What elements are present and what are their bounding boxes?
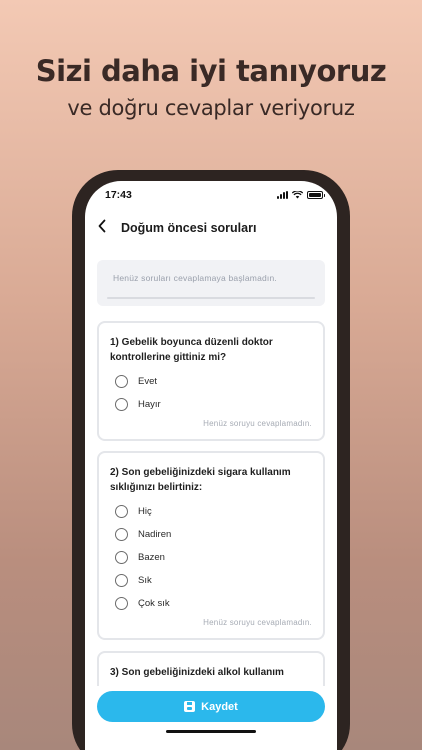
home-indicator[interactable] [166,730,256,733]
option-label: Nadiren [138,529,172,540]
option-hic[interactable]: Hiç [115,505,152,518]
status-icons [277,191,325,199]
question-status: Henüz soruyu cevaplamadın. [203,618,312,627]
option-sik[interactable]: Sık [115,574,152,587]
option-label: Hiç [138,506,152,517]
option-label: Bazen [138,552,165,563]
option-label: Sık [138,575,152,586]
phone-screen: 17:43 Doğum öncesi soruları Henüz sorula… [85,181,337,750]
option-bazen[interactable]: Bazen [115,551,165,564]
radio-button[interactable] [115,505,128,518]
radio-button[interactable] [115,551,128,564]
signal-icon [277,191,288,199]
status-bar: 17:43 [85,189,337,205]
battery-icon [307,191,325,199]
option-label: Hayır [138,399,161,410]
wifi-icon [292,191,303,199]
promo-headline: Sizi daha iyi tanıyoruz [35,54,387,88]
nav-bar: Doğum öncesi soruları [85,217,337,241]
progress-bar [107,297,315,299]
question-title: 2) Son gebeliğinizdeki sigara kullanım s… [110,467,291,493]
radio-button[interactable] [115,574,128,587]
option-cok-sik[interactable]: Çok sık [115,597,170,610]
radio-button[interactable] [115,597,128,610]
back-button[interactable] [97,219,113,237]
option-label: Evet [138,376,158,387]
save-icon [184,701,196,712]
option-label: Çok sık [138,598,170,609]
radio-button[interactable] [115,375,128,388]
radio-button[interactable] [115,528,128,541]
question-card-1: 1) Gebelik boyunca düzenli doktor kontro… [97,321,325,441]
question-title: 1) Gebelik boyunca düzenli doktor kontro… [110,337,273,363]
save-button-label: Kaydet [201,700,238,713]
footer: Kaydet [85,686,337,750]
option-hayir[interactable]: Hayır [115,398,161,411]
page-title: Doğum öncesi soruları [121,221,257,235]
radio-button[interactable] [115,398,128,411]
status-time: 17:43 [105,189,132,201]
option-nadiren[interactable]: Nadiren [115,528,171,541]
question-card-2: 2) Son gebeliğinizdeki sigara kullanım s… [97,451,325,640]
progress-card: Henüz soruları cevaplamaya başlamadın. [97,260,325,306]
chevron-left-icon [98,219,106,233]
save-button[interactable]: Kaydet [97,691,325,722]
promo-subline: ve doğru cevaplar veriyoruz [67,96,355,120]
option-evet[interactable]: Evet [115,375,157,388]
question-title: 3) Son gebeliğinizdeki alkol kullanım [110,667,284,678]
question-status: Henüz soruyu cevaplamadın. [203,419,312,428]
progress-text: Henüz soruları cevaplamaya başlamadın. [113,273,277,283]
